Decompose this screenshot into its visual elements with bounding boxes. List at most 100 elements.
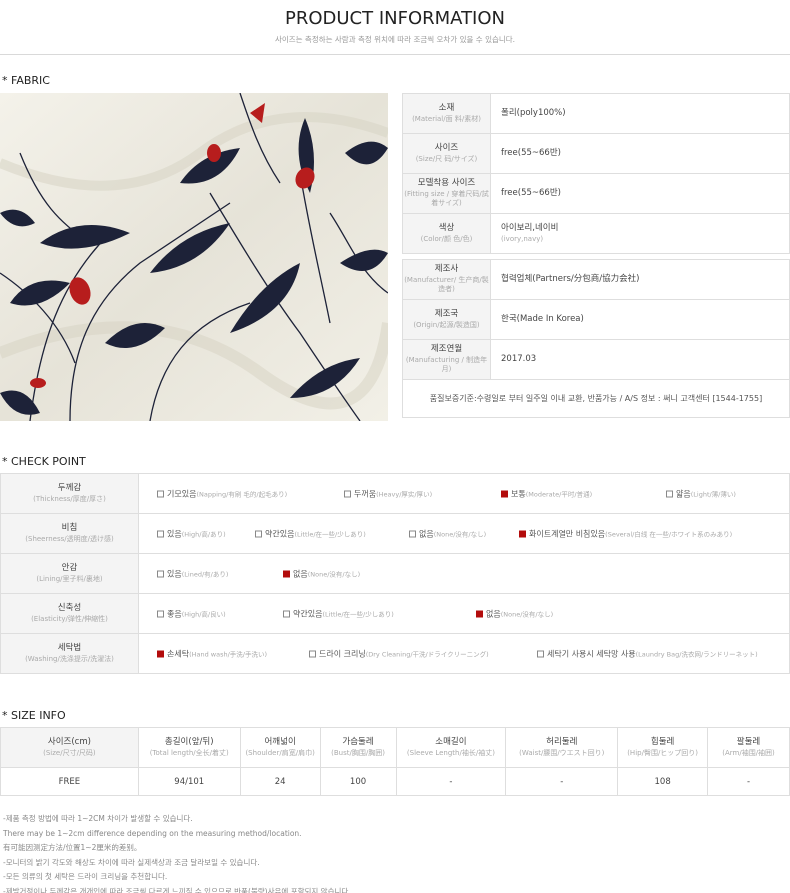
checkbox-icon: [157, 570, 164, 577]
check-row-washing: 세탁법 (Washing/洗涤提示/洗濯法) 손세탁(Hand wash/手洗/手…: [0, 633, 790, 674]
size-header: 가슴둘레 (Bust/胸围/胸囲): [319, 727, 397, 768]
fabric-info-table: 소재 (Material/面 料/素材) 폴리(poly100%) 사이즈 (Siz…: [402, 93, 790, 418]
size-header: 사이즈(cm) (Size/尺寸/尺码): [0, 727, 139, 768]
note-line: -모니터의 밝기 각도와 해상도 차이에 따라 실제색상과 조금 달라보일 수 …: [3, 857, 260, 867]
size-cell: -: [505, 767, 619, 796]
info-value: 협력업체(Partners/分包商/協力会社): [490, 259, 790, 300]
info-label: 모델착용 사이즈 (Fitting size / 穿着尺码/試着サイズ): [402, 173, 491, 214]
option-white-only: 화이트계열만 비침있음(Several/白线 在一些/ホワイト系のみあり): [519, 528, 732, 539]
size-data-row: FREE 94/101 24 100 - - 108 -: [0, 767, 790, 796]
check-point-table: 두께감 (Thickness/厚度/厚さ) 기모있음(Napping/有刷 毛的/…: [0, 473, 790, 674]
info-label: 사이즈 (Size/尺 码/サイズ): [402, 133, 491, 174]
size-header-row: 사이즈(cm) (Size/尺寸/尺码) 총길이(앞/뒤) (Total lengt…: [0, 727, 790, 768]
check-options: 있음(Lined/有/あり) 없음(None/没有/なし): [138, 553, 790, 594]
info-value: 2017.03: [490, 339, 790, 380]
info-label: 색상 (Color/颜 色/色): [402, 213, 491, 254]
option-dry-cleaning: 드라이 크리닝(Dry Cleaning/干洗/ドライクリーニング): [309, 648, 489, 659]
size-cell: FREE: [0, 767, 139, 796]
page-header: PRODUCT INFORMATION 사이즈는 측정하는 사람과 측정 위치에…: [0, 8, 790, 45]
check-options: 손세탁(Hand wash/手洗/手洗い) 드라이 크리닝(Dry Cleani…: [138, 633, 790, 674]
size-header: 허리둘레 (Waist/腰围/ウエスト回り): [505, 727, 619, 768]
check-label: 비침 (Sheerness/透明度/透け感): [0, 513, 139, 554]
size-header: 소매길이 (Sleeve Length/袖长/袖丈): [395, 727, 507, 768]
checkbox-icon: [255, 530, 262, 537]
checkbox-icon: [309, 650, 316, 657]
checkbox-icon: [157, 490, 164, 497]
fabric-section-title: * FABRIC: [2, 74, 50, 87]
option-light: 얇음(Light/薄/薄い): [666, 488, 736, 499]
size-cell: -: [707, 767, 790, 796]
option-heavy: 두꺼움(Heavy/厚实/厚い): [344, 488, 432, 499]
option-high: 있음(High/高/あり): [157, 528, 226, 539]
size-header: 팔둘레 (Arm/袖围/袖囲): [707, 727, 790, 768]
check-row-lining: 안감 (Lining/里子料/裏地) 있음(Lined/有/あり) 없음(None…: [0, 553, 790, 594]
info-value: free(55~66반): [490, 173, 790, 214]
checkbox-checked-icon: [476, 610, 483, 617]
option-moderate: 보통(Moderate/平时/普通): [501, 488, 592, 499]
option-none: 없음(None/没有/なし): [409, 528, 486, 539]
note-line: -제품 측정 방법에 따라 1~2CM 차이가 발생할 수 있습니다.: [3, 814, 193, 823]
checkbox-checked-icon: [519, 530, 526, 537]
checkbox-icon: [666, 490, 673, 497]
page-subtitle: 사이즈는 측정하는 사람과 측정 위치에 따라 조금씩 오차가 있을 수 있습니…: [274, 35, 516, 44]
check-options: 기모있음(Napping/有刷 毛的/起毛あり) 두꺼움(Heavy/厚实/厚い…: [138, 473, 790, 514]
size-cell: 94/101: [137, 767, 241, 796]
info-label: 제조사 (Manufacturer/ 生产商/製造者): [402, 259, 491, 300]
size-section-title: * SIZE INFO: [2, 709, 66, 722]
check-options: 좋음(High/高/良い) 약간있음(Little/在一些/少しあり) 없음(N…: [138, 593, 790, 634]
check-section-title: * CHECK POINT: [2, 455, 86, 468]
size-cell: -: [395, 767, 507, 796]
size-header: 총길이(앞/뒤) (Total length/全长/着丈): [137, 727, 241, 768]
check-row-thickness: 두께감 (Thickness/厚度/厚さ) 기모있음(Napping/有刷 毛的/…: [0, 473, 790, 514]
check-label: 두께감 (Thickness/厚度/厚さ): [0, 473, 139, 514]
info-value: 한국(Made In Korea): [490, 299, 790, 340]
info-label: 제조국 (Origin/起源/製造国): [402, 299, 491, 340]
warranty-note: 품질보증기준:수령일로 부터 일주일 이내 교환, 반품가능 / A/S 정보 …: [402, 379, 790, 418]
note-line: -제발거점이나 두께감은 개개인에 따라 조금씩 다르게 느끼질 수 있으므로,…: [3, 886, 351, 893]
checkbox-icon: [537, 650, 544, 657]
check-row-elasticity: 신축성 (Elasticity/弹性/伸縮性) 좋음(High/高/良い) 약간있…: [0, 593, 790, 634]
info-row-material: 소재 (Material/面 料/素材) 폴리(poly100%): [402, 93, 790, 134]
info-row-fitting-size: 모델착용 사이즈 (Fitting size / 穿着尺码/試着サイズ) free…: [402, 173, 790, 214]
checkbox-icon: [283, 610, 290, 617]
check-options: 있음(High/高/あり) 약간있음(Little/在一些/少しあり) 없음(N…: [138, 513, 790, 554]
checkbox-checked-icon: [501, 490, 508, 497]
option-little: 약간있음(Little/在一些/少しあり): [255, 528, 366, 539]
size-notes: -제품 측정 방법에 따라 1~2CM 차이가 발생할 수 있습니다. Ther…: [3, 812, 783, 893]
note-line: 有可能因测定方法/位置1~2厘米的差别。: [3, 843, 142, 852]
size-header: 힙둘레 (Hip/臀围/ヒップ回り): [617, 727, 709, 768]
info-value: 폴리(poly100%): [490, 93, 790, 134]
info-row-warranty: 품질보증기준:수령일로 부터 일주일 이내 교환, 반품가능 / A/S 정보 …: [402, 379, 790, 418]
info-label: 소재 (Material/面 料/素材): [402, 93, 491, 134]
check-row-sheerness: 비침 (Sheerness/透明度/透け感) 있음(High/高/あり) 약간있음…: [0, 513, 790, 554]
size-cell: 108: [617, 767, 709, 796]
info-row-size: 사이즈 (Size/尺 码/サイズ) free(55~66반): [402, 133, 790, 174]
note-line: There may be 1~2cm difference depending …: [3, 828, 302, 838]
check-label: 세탁법 (Washing/洗涤提示/洗濯法): [0, 633, 139, 674]
floral-fabric-icon: [0, 93, 388, 421]
size-info-table: 사이즈(cm) (Size/尺寸/尺码) 총길이(앞/뒤) (Total lengt…: [0, 727, 790, 796]
checkbox-icon: [157, 530, 164, 537]
option-no-lining: 없음(None/没有/なし): [283, 568, 360, 579]
note-line: -모든 의류의 첫 세탁은 드라이 크리닝을 추천합니다.: [3, 872, 168, 881]
info-label: 제조연월 (Manufacturing / 制造年月): [402, 339, 491, 380]
check-label: 안감 (Lining/里子料/裏地): [0, 553, 139, 594]
checkbox-icon: [157, 610, 164, 617]
info-row-origin: 제조국 (Origin/起源/製造国) 한국(Made In Korea): [402, 299, 790, 340]
info-value: 아이보리,네이비 (ivory,navy): [490, 213, 790, 254]
checkbox-icon: [344, 490, 351, 497]
info-value: free(55~66반): [490, 133, 790, 174]
checkbox-checked-icon: [283, 570, 290, 577]
info-row-color: 색상 (Color/颜 色/色) 아이보리,네이비 (ivory,navy): [402, 213, 790, 254]
checkbox-icon: [409, 530, 416, 537]
option-little: 약간있음(Little/在一些/少しあり): [283, 608, 394, 619]
info-row-manufacturing-date: 제조연월 (Manufacturing / 制造年月) 2017.03: [402, 339, 790, 380]
info-row-manufacturer: 제조사 (Manufacturer/ 生产商/製造者) 협력업체(Partners…: [402, 259, 790, 300]
floral-fabric-photo: [0, 93, 388, 421]
checkbox-checked-icon: [157, 650, 164, 657]
option-laundry-bag: 세탁기 사용시 세탁망 사용(Laundry Bag/洗衣网/ランドリーネット): [537, 648, 758, 659]
option-napping: 기모있음(Napping/有刷 毛的/起毛あり): [157, 488, 287, 499]
check-label: 신축성 (Elasticity/弹性/伸縮性): [0, 593, 139, 634]
size-cell: 24: [239, 767, 321, 796]
size-cell: 100: [319, 767, 397, 796]
